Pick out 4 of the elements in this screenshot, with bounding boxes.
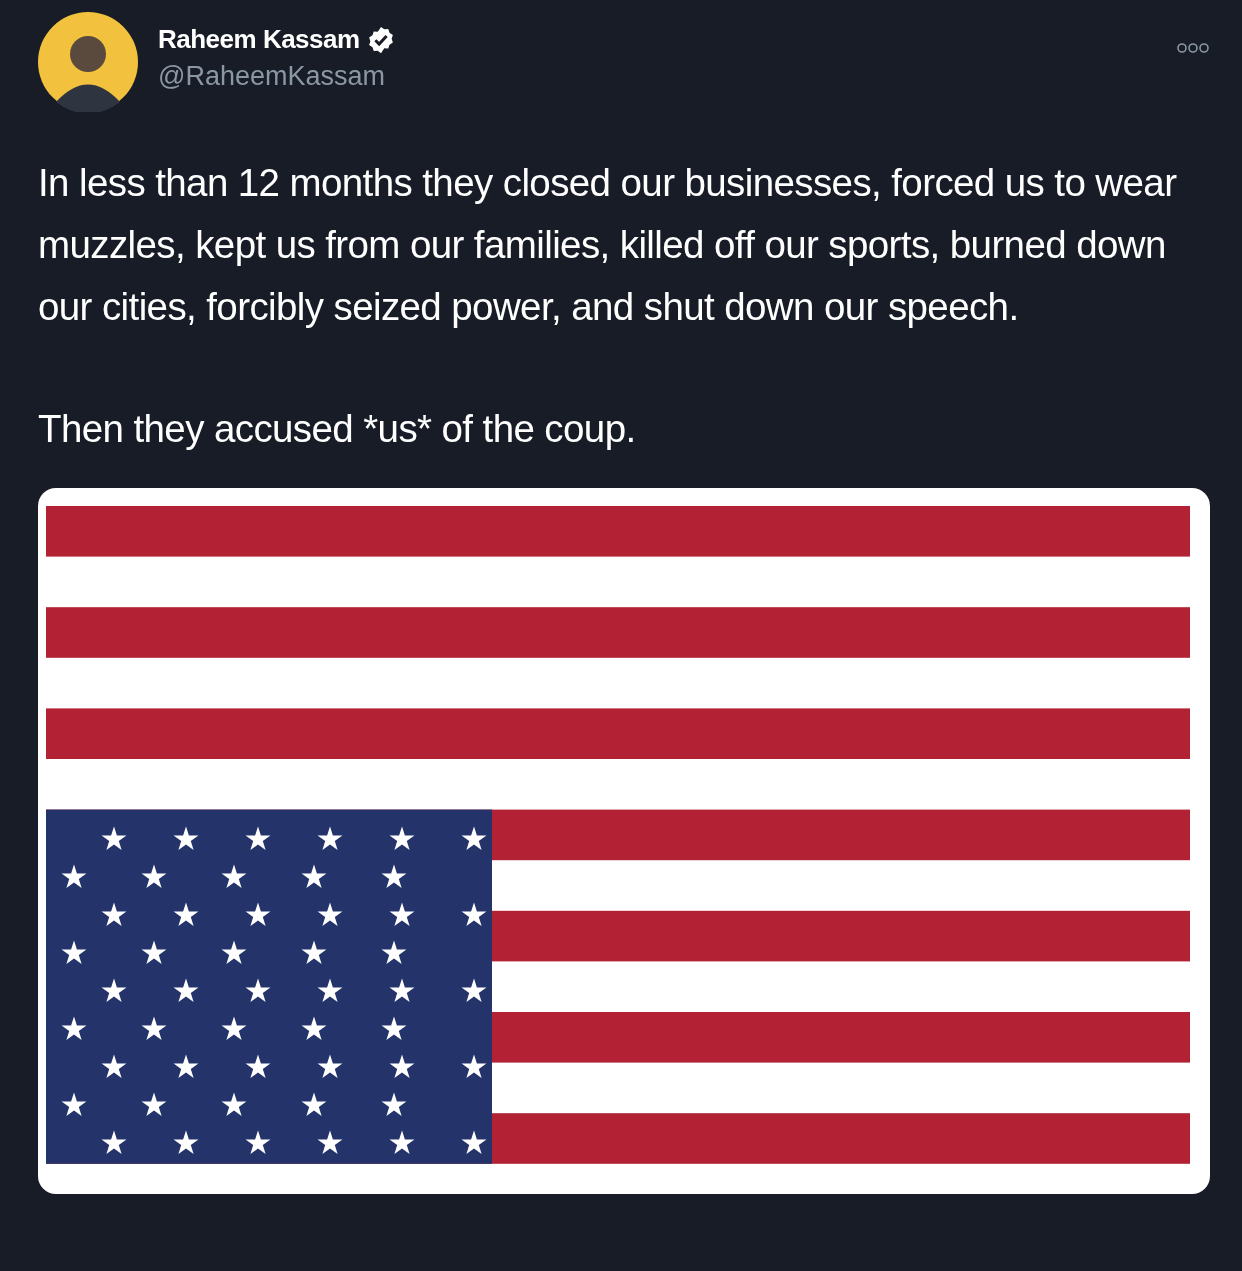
tweet-text: In less than 12 months they closed our businesses, forced us to wear muzzles, kept us from our families, killed off our sports, burned down our cities, forcibly seized power, and shut down our speech.: [38, 160, 1178, 330]
author-handle[interactable]: @RaheemKassam: [158, 61, 1156, 92]
author-name[interactable]: Raheem Kassam: [158, 24, 360, 55]
tweet-text: Then they accused *us* of the coup.: [38, 406, 637, 452]
